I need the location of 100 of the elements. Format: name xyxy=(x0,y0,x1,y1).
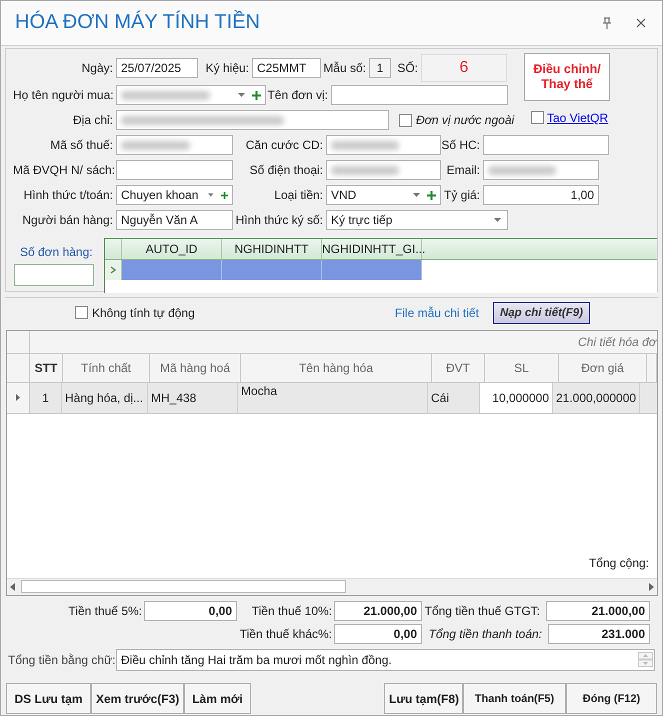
field-label: Người bán hàng: xyxy=(21,213,114,228)
load-details-button[interactable]: Nạp chi tiết(F9) xyxy=(492,302,590,324)
footer-button[interactable]: Làm mới xyxy=(184,683,251,714)
checkbox[interactable] xyxy=(531,111,544,124)
field-label: Số điện thoại: xyxy=(248,163,324,178)
field-label: Mã ĐVQH N/ sách: xyxy=(13,163,116,178)
table-cell: MH_438 xyxy=(148,382,238,412)
column-header[interactable]: Tên hàng hóa xyxy=(241,354,432,382)
adjust-replace-button[interactable]: Điều chỉnh/ Thay thế xyxy=(524,52,610,101)
field-label: Email: xyxy=(446,163,481,178)
table-cell: Mocha xyxy=(238,382,428,412)
table-cell: 21.000,000000 xyxy=(553,382,640,412)
text-field[interactable] xyxy=(326,135,441,156)
spin-arrows-icon[interactable] xyxy=(638,652,653,668)
number-field[interactable]: 6 xyxy=(421,54,507,82)
footer-button[interactable]: DS Lưu tạm xyxy=(6,683,91,714)
scroll-left-icon[interactable] xyxy=(10,582,15,591)
window-title: HÓA ĐƠN MÁY TÍNH TIỀN xyxy=(15,11,261,34)
text-field[interactable] xyxy=(483,160,599,180)
dropdown-arrow-icon[interactable] xyxy=(238,93,245,98)
field-label: Loại tiền: xyxy=(273,188,324,202)
plus-icon[interactable] xyxy=(427,190,436,200)
number-field[interactable]: 1,00 xyxy=(483,185,599,206)
grand-total-label: Tổng cộng: xyxy=(588,556,649,570)
footer-button[interactable]: Lưu tạm(F8) xyxy=(384,683,463,714)
field-label: Mã số thuế: xyxy=(49,138,114,152)
band-header: Chi tiết hóa đơ xyxy=(578,334,657,350)
dropdown-arrow-icon[interactable] xyxy=(208,193,214,198)
plus-icon[interactable] xyxy=(220,190,228,200)
text-field[interactable] xyxy=(326,160,441,180)
column-header[interactable]: NGHIDINHTT_GI... xyxy=(322,238,422,259)
total-label: Tiền thuế 10%: xyxy=(250,604,333,618)
grid-cell[interactable] xyxy=(122,260,222,280)
table-cell: 10,000000 xyxy=(480,382,553,412)
grid-cell[interactable] xyxy=(322,260,422,280)
amount-in-words-field[interactable]: Điều chỉnh tăng Hai trăm ba mươi mốt nghìn đồng. xyxy=(116,648,655,671)
checkbox-label: Không tính tự động xyxy=(92,306,195,320)
amount-field: 0,00 xyxy=(334,624,422,644)
amount-field: 21.000,00 xyxy=(546,600,650,621)
field-label: SỐ: xyxy=(396,60,419,75)
footer-button[interactable]: Xem trước(F3) xyxy=(91,683,184,714)
dropdown-field[interactable] xyxy=(116,85,266,106)
amount-field: 0,00 xyxy=(144,600,237,621)
column-header[interactable]: ĐVT xyxy=(432,354,485,382)
column-header[interactable]: Tính chất xyxy=(63,354,150,382)
pin-icon[interactable] xyxy=(602,16,612,29)
total-label: Tổng tiền bằng chữ: xyxy=(8,652,116,667)
amount-field: 231.000 xyxy=(548,624,650,644)
checkbox[interactable] xyxy=(399,114,412,127)
row-pointer-icon xyxy=(110,266,116,274)
column-header[interactable]: SL xyxy=(485,354,559,382)
footer-button[interactable]: Thanh toán(F5) xyxy=(463,683,566,714)
field-label: Hình thức t/toán: xyxy=(22,188,114,202)
plus-icon[interactable] xyxy=(252,90,261,100)
text-field[interactable]: Nguyễn Văn A xyxy=(116,210,233,230)
dropdown-field[interactable]: Ký trực tiếp xyxy=(326,210,508,230)
field-label: Họ tên người mua: xyxy=(13,88,115,102)
text-field[interactable]: 1 xyxy=(369,58,391,78)
text-field[interactable] xyxy=(116,160,233,180)
scroll-right-icon[interactable] xyxy=(649,582,654,591)
horizontal-scrollbar[interactable] xyxy=(7,578,657,595)
column-header[interactable]: Đơn giá xyxy=(559,354,647,382)
dropdown-field[interactable]: Chuyen khoan xyxy=(116,185,233,206)
text-field[interactable] xyxy=(331,85,508,106)
text-field[interactable] xyxy=(116,110,389,130)
total-label: Tổng tiền thanh toán: xyxy=(428,626,543,641)
dropdown-arrow-icon[interactable] xyxy=(494,218,501,222)
dropdown-arrow-icon[interactable] xyxy=(413,193,420,198)
field-label: Căn cước CD: xyxy=(244,138,324,152)
template-file-link[interactable]: File mẫu chi tiết xyxy=(394,306,479,320)
table-cell: 1 xyxy=(30,382,62,412)
field-label: Tên đơn vị: xyxy=(266,88,329,102)
amount-field: 21.000,00 xyxy=(334,600,422,621)
field-label: Ký hiệu: xyxy=(204,60,250,75)
field-label: Địa chỉ: xyxy=(72,113,114,128)
order-number-label: Số đơn hàng: xyxy=(19,244,94,259)
order-number-field[interactable] xyxy=(14,264,94,286)
field-label: Mẫu số: xyxy=(322,60,367,75)
field-label: Số HC: xyxy=(441,138,481,152)
checkbox[interactable] xyxy=(75,306,88,320)
field-label: Ngày: xyxy=(80,60,114,75)
column-header[interactable]: AUTO_ID xyxy=(122,238,222,259)
total-label: Tổng tiền thuế GTGT: xyxy=(424,604,541,618)
column-header[interactable]: Mã hàng hoá xyxy=(150,354,241,382)
footer-button[interactable]: Đóng (F12) xyxy=(566,683,657,714)
total-label: Tiền thuế 5%: xyxy=(67,604,143,618)
vietqr-link[interactable]: Tao VietQR xyxy=(547,110,608,125)
total-label: Tiền thuế khác%: xyxy=(238,626,333,641)
checkbox-label: Đơn vị nước ngoài xyxy=(416,113,514,128)
dropdown-field[interactable]: VND xyxy=(326,185,441,206)
grid-cell[interactable] xyxy=(222,260,322,280)
field-label: Tỷ giá: xyxy=(442,188,481,202)
field-label: Hình thức ký số: xyxy=(234,213,324,228)
dropdown-field[interactable]: C25MMT xyxy=(252,58,321,78)
close-icon[interactable] xyxy=(636,18,646,28)
date-field[interactable]: 25/07/2025 xyxy=(116,58,198,78)
text-field[interactable] xyxy=(483,135,609,156)
column-header[interactable]: NGHIDINHTT xyxy=(222,238,322,259)
column-header[interactable]: STT xyxy=(30,354,63,382)
text-field[interactable] xyxy=(116,135,233,156)
